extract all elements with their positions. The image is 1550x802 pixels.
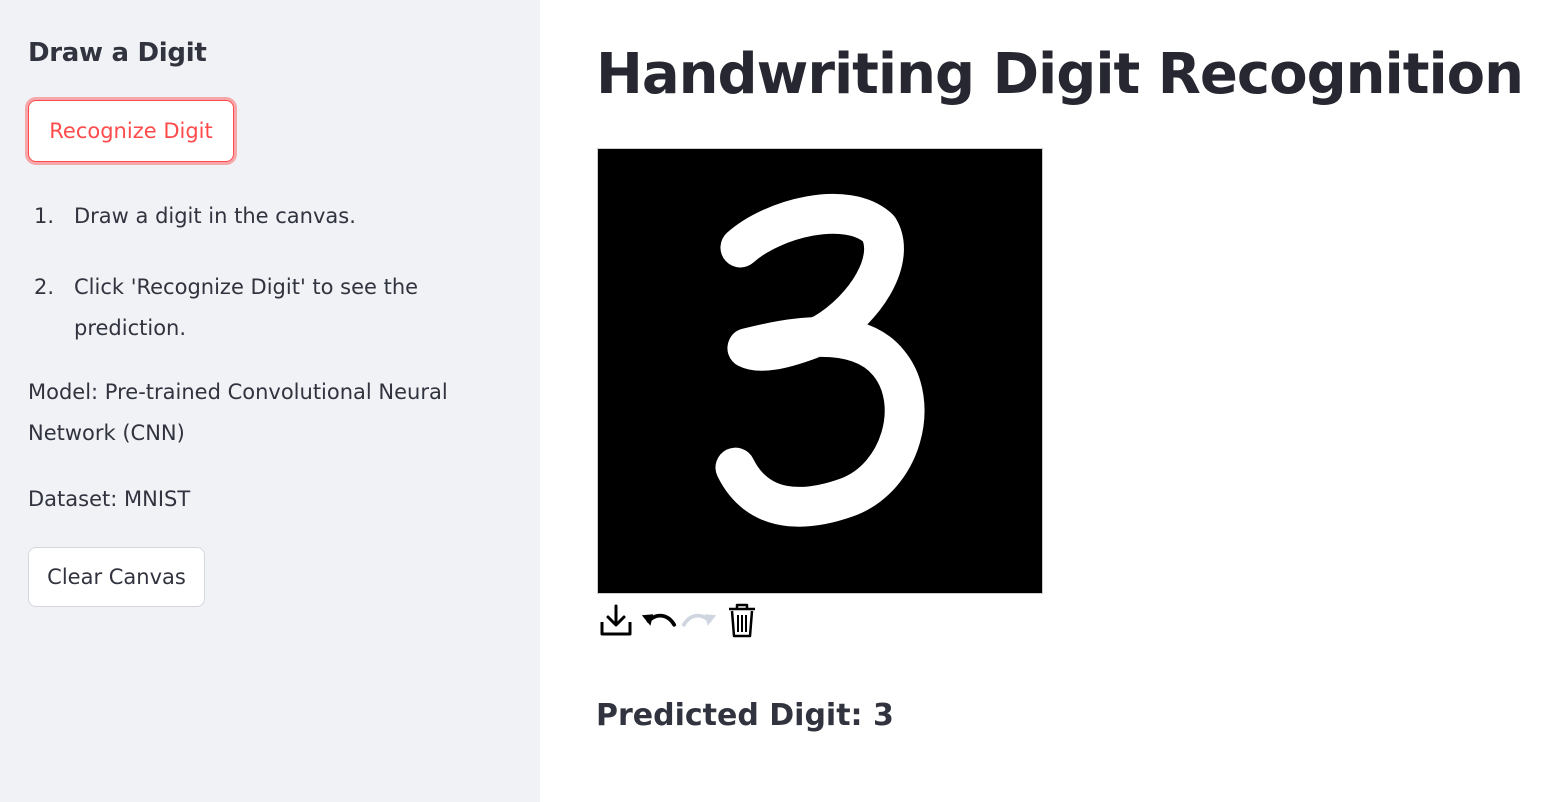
step-text: Click 'Recognize Digit' to see the predi… <box>74 275 419 340</box>
step-text: Draw a digit in the canvas. <box>74 204 356 228</box>
redo-icon[interactable] <box>681 601 719 639</box>
sidebar: Draw a Digit Recognize Digit 1. Draw a d… <box>0 0 540 802</box>
clear-canvas-button[interactable]: Clear Canvas <box>28 547 205 607</box>
page-title: Handwriting Digit Recognition <box>596 42 1524 107</box>
main-content: Handwriting Digit Recognition Predicted … <box>540 0 1550 802</box>
predicted-digit-text: Predicted Digit: 3 <box>596 698 894 733</box>
app: Draw a Digit Recognize Digit 1. Draw a d… <box>0 0 1550 802</box>
model-info: Model: Pre-trained Convolutional Neural … <box>28 380 448 445</box>
download-icon[interactable] <box>597 601 635 639</box>
trash-icon[interactable] <box>723 601 761 639</box>
step-number: 2. <box>34 275 55 299</box>
sidebar-heading: Draw a Digit <box>28 38 207 68</box>
drawing-canvas[interactable] <box>597 148 1043 594</box>
drawn-digit-stroke <box>715 194 925 527</box>
undo-icon[interactable] <box>639 601 677 639</box>
step-number: 1. <box>34 204 55 228</box>
canvas-toolbar <box>597 600 761 640</box>
list-item: 2. Click 'Recognize Digit' to see the pr… <box>28 267 498 349</box>
list-item: 1. Draw a digit in the canvas. <box>28 196 498 237</box>
dataset-info: Dataset: MNIST <box>28 487 191 511</box>
instructions-list: 1. Draw a digit in the canvas. 2. Click … <box>28 196 498 379</box>
recognize-digit-button[interactable]: Recognize Digit <box>28 100 234 162</box>
